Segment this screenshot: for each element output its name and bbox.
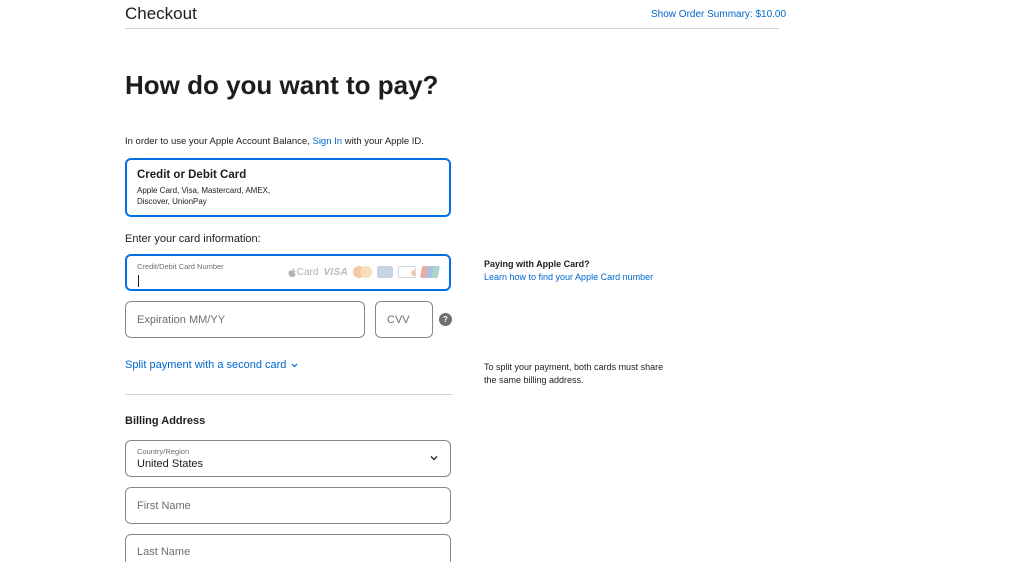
split-payment-note: To split your payment, both cards must s… [484, 362, 664, 385]
unionpay-logo [419, 266, 441, 278]
credit-debit-card-option[interactable]: Credit or Debit Card Apple Card, Visa, M… [125, 158, 451, 217]
mastercard-logo [353, 266, 372, 278]
show-order-summary-link[interactable]: Show Order Summary: $10.00 [651, 9, 786, 20]
split-payment-link[interactable]: Split payment with a second card [125, 359, 298, 371]
first-name-field[interactable]: First Name [125, 487, 451, 524]
apple-card-question: Paying with Apple Card? [484, 259, 590, 269]
chevron-down-icon [430, 456, 438, 461]
country-region-label: Country/Region [137, 447, 190, 456]
page-title: How do you want to pay? [125, 70, 439, 100]
apple-logo-icon [288, 267, 296, 277]
chevron-down-icon [292, 363, 298, 367]
card-info-label: Enter your card information: [125, 233, 261, 245]
find-apple-card-number-link[interactable]: Learn how to find your Apple Card number [484, 272, 653, 282]
payment-option-title: Credit or Debit Card [137, 169, 247, 181]
signin-text-before: In order to use your Apple Account Balan… [125, 136, 313, 147]
card-brand-logos: Card VISA [288, 266, 441, 278]
text-caret [138, 275, 139, 287]
billing-address-heading: Billing Address [125, 415, 206, 427]
split-payment-label: Split payment with a second card [125, 359, 287, 371]
visa-logo: VISA [323, 266, 348, 278]
cvv-field[interactable]: CVV [375, 301, 433, 338]
sign-in-link[interactable]: Sign In [312, 136, 342, 147]
discover-logo [398, 266, 416, 278]
account-balance-notice: In order to use your Apple Account Balan… [125, 136, 424, 147]
last-name-field[interactable]: Last Name [125, 534, 451, 562]
country-region-select[interactable]: Country/Region United States [125, 440, 451, 477]
signin-text-after: with your Apple ID. [342, 136, 424, 147]
question-mark-icon[interactable]: ? [439, 313, 452, 326]
card-number-field[interactable]: Credit/Debit Card Number Card VISA [125, 254, 451, 291]
payment-option-subtitle: Apple Card, Visa, Mastercard, AMEX, Disc… [137, 186, 271, 206]
expiration-field[interactable]: Expiration MM/YY [125, 301, 365, 338]
amex-logo [377, 266, 393, 278]
apple-card-logo: Card [288, 266, 319, 278]
checkout-title: Checkout [125, 4, 197, 23]
header-divider [125, 28, 779, 29]
apple-card-logo-text: Card [296, 266, 319, 278]
section-divider [125, 394, 452, 395]
country-region-value: United States [137, 458, 204, 470]
